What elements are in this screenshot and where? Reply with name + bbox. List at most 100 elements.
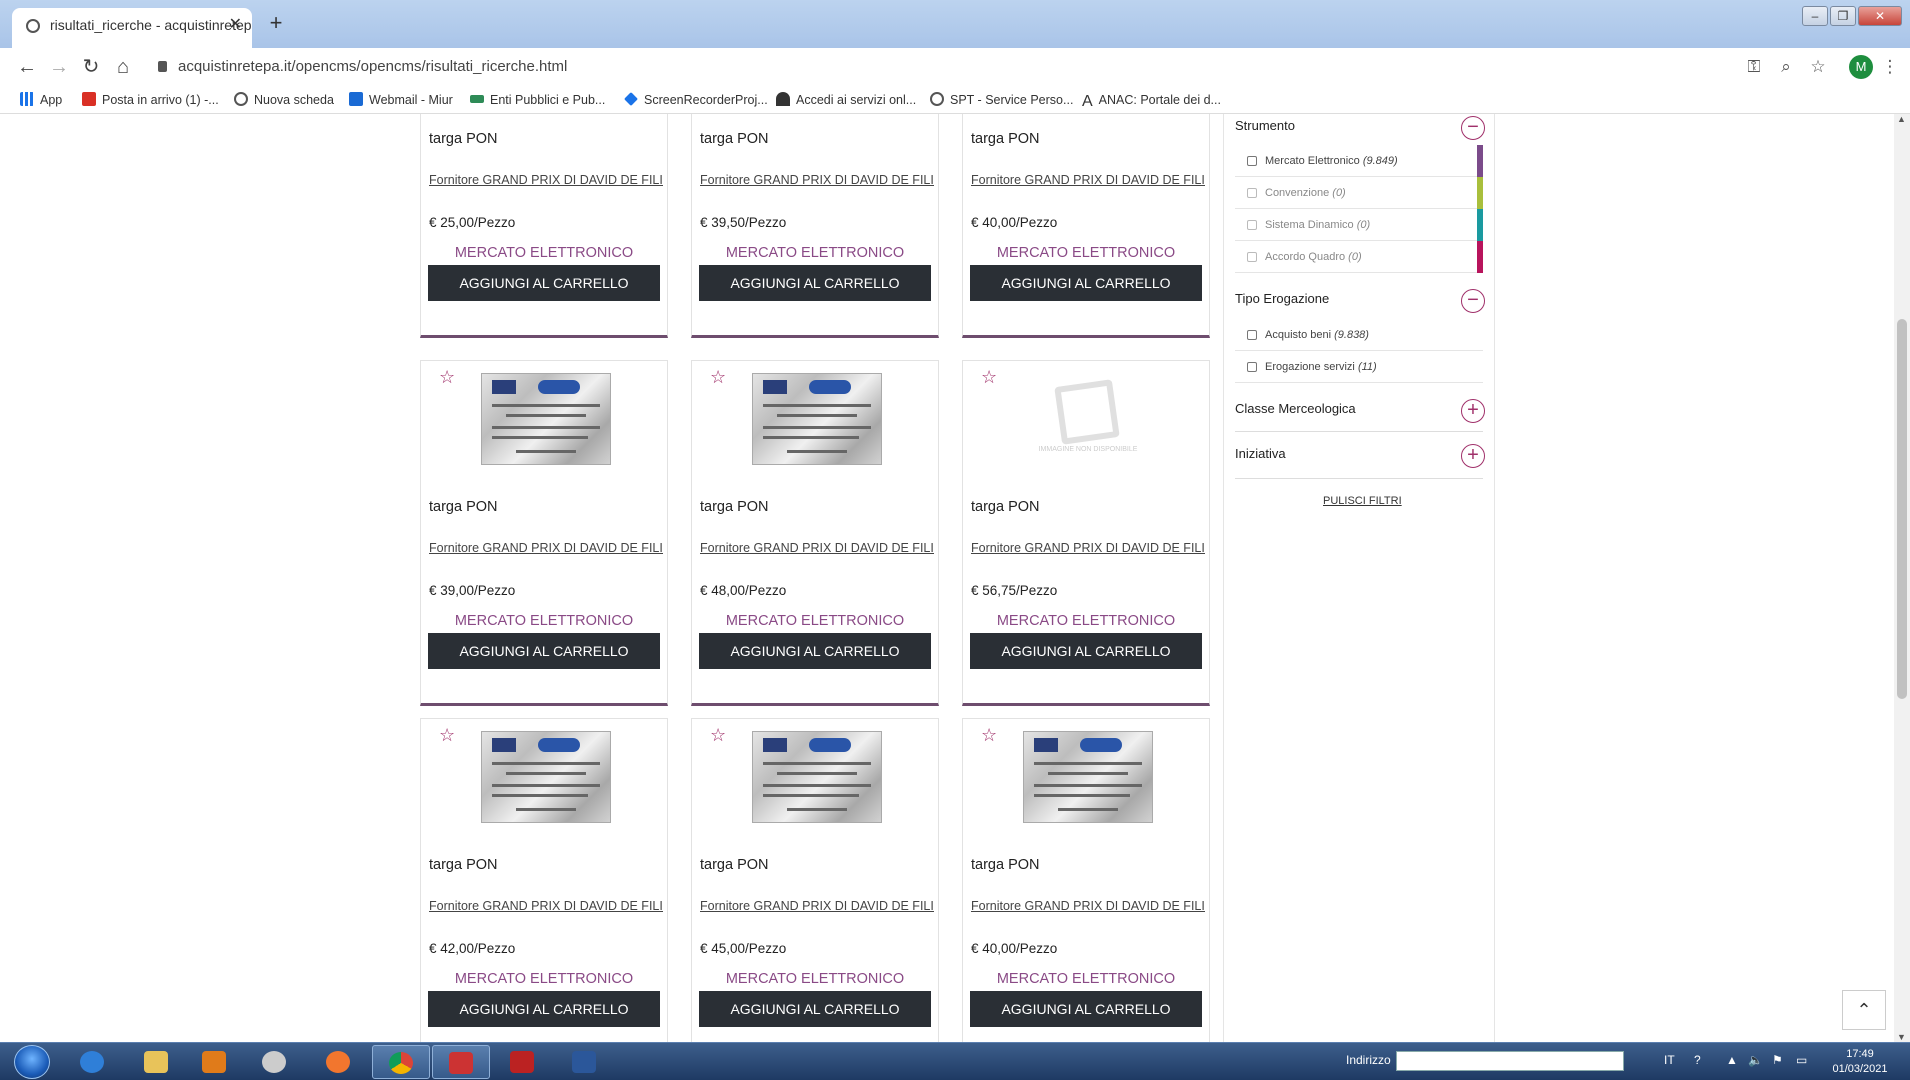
close-window-icon[interactable]: ✕: [1858, 6, 1902, 26]
add-to-cart-button[interactable]: AGGIUNGI AL CARRELLO: [970, 265, 1202, 301]
profile-avatar[interactable]: M: [1849, 55, 1873, 79]
taskbar-app[interactable]: [494, 1045, 552, 1079]
network-icon[interactable]: ▭: [1796, 1053, 1807, 1067]
bookmark-accedi[interactable]: Accedi ai servizi onl...: [776, 86, 916, 114]
taskbar-hp[interactable]: [246, 1045, 304, 1079]
scrollbar-thumb[interactable]: [1897, 319, 1907, 699]
filter-option[interactable]: Accordo Quadro (0): [1235, 241, 1483, 273]
clear-filters-link[interactable]: PULISCI FILTRI: [1323, 495, 1402, 507]
back-to-top-button[interactable]: ⌃: [1842, 990, 1886, 1030]
browser-tab[interactable]: risultati_ricerche - acquistinretep ✕: [12, 8, 252, 48]
expand-icon[interactable]: +: [1461, 399, 1485, 423]
checkbox[interactable]: [1247, 220, 1257, 230]
product-image[interactable]: [752, 373, 882, 465]
taskbar-chrome[interactable]: [372, 1045, 430, 1079]
bookmark-enti[interactable]: Enti Pubblici e Pub...: [470, 86, 605, 114]
product-title[interactable]: targa PON: [700, 499, 769, 515]
product-title[interactable]: targa PON: [429, 499, 498, 515]
supplier-link[interactable]: Fornitore GRAND PRIX DI DAVID DE FILIPPI: [971, 899, 1205, 913]
product-title[interactable]: targa PON: [971, 131, 1040, 147]
product-title[interactable]: targa PON: [429, 857, 498, 873]
bookmark-nuova-scheda[interactable]: Nuova scheda: [234, 86, 334, 114]
forward-icon[interactable]: →: [46, 54, 72, 80]
favorite-star-icon[interactable]: ☆: [710, 725, 726, 746]
scroll-up-icon[interactable]: ▲: [1897, 114, 1906, 124]
favorite-star-icon[interactable]: ☆: [981, 367, 997, 388]
close-tab-icon[interactable]: ✕: [229, 8, 242, 42]
checkbox[interactable]: [1247, 362, 1257, 372]
bookmark-screenrecorder[interactable]: ScreenRecorderProj...: [624, 86, 768, 114]
taskbar-media[interactable]: [186, 1045, 244, 1079]
product-title[interactable]: targa PON: [700, 131, 769, 147]
taskbar-ie[interactable]: [64, 1045, 122, 1079]
bookmark-star-icon[interactable]: ☆: [1806, 54, 1830, 80]
collapse-icon[interactable]: −: [1461, 289, 1485, 313]
show-hidden-icons[interactable]: ▲: [1726, 1053, 1738, 1067]
flag-icon[interactable]: ⚑: [1772, 1053, 1783, 1067]
checkbox[interactable]: [1247, 156, 1257, 166]
product-title[interactable]: targa PON: [700, 857, 769, 873]
address-bar[interactable]: acquistinretepa.it/opencms/opencms/risul…: [150, 52, 1750, 82]
new-tab-button[interactable]: +: [262, 10, 290, 38]
product-image[interactable]: [752, 731, 882, 823]
checkbox[interactable]: [1247, 188, 1257, 198]
supplier-link[interactable]: Fornitore GRAND PRIX DI DAVID DE FILIPPI: [429, 173, 663, 187]
restore-icon[interactable]: ❐: [1830, 6, 1856, 26]
product-image[interactable]: [481, 373, 611, 465]
start-button[interactable]: [14, 1045, 50, 1079]
minimize-icon[interactable]: –: [1802, 6, 1828, 26]
product-title[interactable]: targa PON: [429, 131, 498, 147]
add-to-cart-button[interactable]: AGGIUNGI AL CARRELLO: [970, 633, 1202, 669]
key-icon[interactable]: ⚿: [1742, 54, 1766, 80]
taskbar-firefox[interactable]: [310, 1045, 368, 1079]
filter-option[interactable]: Convenzione (0): [1235, 177, 1483, 209]
supplier-link[interactable]: Fornitore GRAND PRIX DI DAVID DE FILIPPI: [429, 541, 663, 555]
add-to-cart-button[interactable]: AGGIUNGI AL CARRELLO: [699, 991, 931, 1027]
volume-icon[interactable]: 🔈: [1748, 1053, 1763, 1067]
taskbar-snipping[interactable]: [432, 1045, 490, 1079]
help-icon[interactable]: ?: [1694, 1053, 1701, 1067]
bookmark-gmail[interactable]: Posta in arrivo (1) -...: [82, 86, 219, 114]
scroll-down-icon[interactable]: ▼: [1897, 1032, 1906, 1042]
taskbar-explorer[interactable]: [128, 1045, 186, 1079]
add-to-cart-button[interactable]: AGGIUNGI AL CARRELLO: [428, 265, 660, 301]
supplier-link[interactable]: Fornitore GRAND PRIX DI DAVID DE FILIPPI: [971, 541, 1205, 555]
taskbar-word[interactable]: [556, 1045, 614, 1079]
product-image[interactable]: [1023, 731, 1153, 823]
reload-icon[interactable]: ↻: [78, 54, 104, 80]
supplier-link[interactable]: Fornitore GRAND PRIX DI DAVID DE FILIPPI: [700, 173, 934, 187]
favorite-star-icon[interactable]: ☆: [710, 367, 726, 388]
supplier-link[interactable]: Fornitore GRAND PRIX DI DAVID DE FILIPPI: [971, 173, 1205, 187]
bookmark-webmail[interactable]: Webmail - Miur: [349, 86, 453, 114]
supplier-link[interactable]: Fornitore GRAND PRIX DI DAVID DE FILIPPI: [700, 541, 934, 555]
product-title[interactable]: targa PON: [971, 857, 1040, 873]
menu-dots-icon[interactable]: ⋮: [1878, 54, 1902, 80]
add-to-cart-button[interactable]: AGGIUNGI AL CARRELLO: [699, 633, 931, 669]
bookmark-anac[interactable]: A ANAC: Portale dei d...: [1082, 86, 1221, 114]
checkbox[interactable]: [1247, 330, 1257, 340]
favorite-star-icon[interactable]: ☆: [439, 725, 455, 746]
system-clock[interactable]: 17:49 01/03/2021: [1820, 1047, 1900, 1077]
page-scrollbar[interactable]: ▲ ▼: [1894, 114, 1910, 1042]
supplier-link[interactable]: Fornitore GRAND PRIX DI DAVID DE FILIPPI: [700, 899, 934, 913]
address-toolbar-input[interactable]: [1396, 1051, 1624, 1071]
product-title[interactable]: targa PON: [971, 499, 1040, 515]
expand-icon[interactable]: +: [1461, 444, 1485, 468]
language-indicator[interactable]: IT: [1664, 1053, 1675, 1067]
add-to-cart-button[interactable]: AGGIUNGI AL CARRELLO: [970, 991, 1202, 1027]
add-to-cart-button[interactable]: AGGIUNGI AL CARRELLO: [428, 633, 660, 669]
collapse-icon[interactable]: −: [1461, 116, 1485, 140]
supplier-link[interactable]: Fornitore GRAND PRIX DI DAVID DE FILIPPI: [429, 899, 663, 913]
add-to-cart-button[interactable]: AGGIUNGI AL CARRELLO: [699, 265, 931, 301]
add-to-cart-button[interactable]: AGGIUNGI AL CARRELLO: [428, 991, 660, 1027]
filter-option[interactable]: Sistema Dinamico (0): [1235, 209, 1483, 241]
favorite-star-icon[interactable]: ☆: [981, 725, 997, 746]
home-icon[interactable]: ⌂: [110, 54, 136, 80]
product-image[interactable]: [481, 731, 611, 823]
filter-option[interactable]: Erogazione servizi (11): [1235, 351, 1483, 383]
favorite-star-icon[interactable]: ☆: [439, 367, 455, 388]
bookmark-spt[interactable]: SPT - Service Perso...: [930, 86, 1073, 114]
filter-option[interactable]: Acquisto beni (9.838): [1235, 319, 1483, 351]
filter-option[interactable]: Mercato Elettronico (9.849): [1235, 145, 1483, 177]
bookmark-apps[interactable]: App: [20, 86, 62, 114]
